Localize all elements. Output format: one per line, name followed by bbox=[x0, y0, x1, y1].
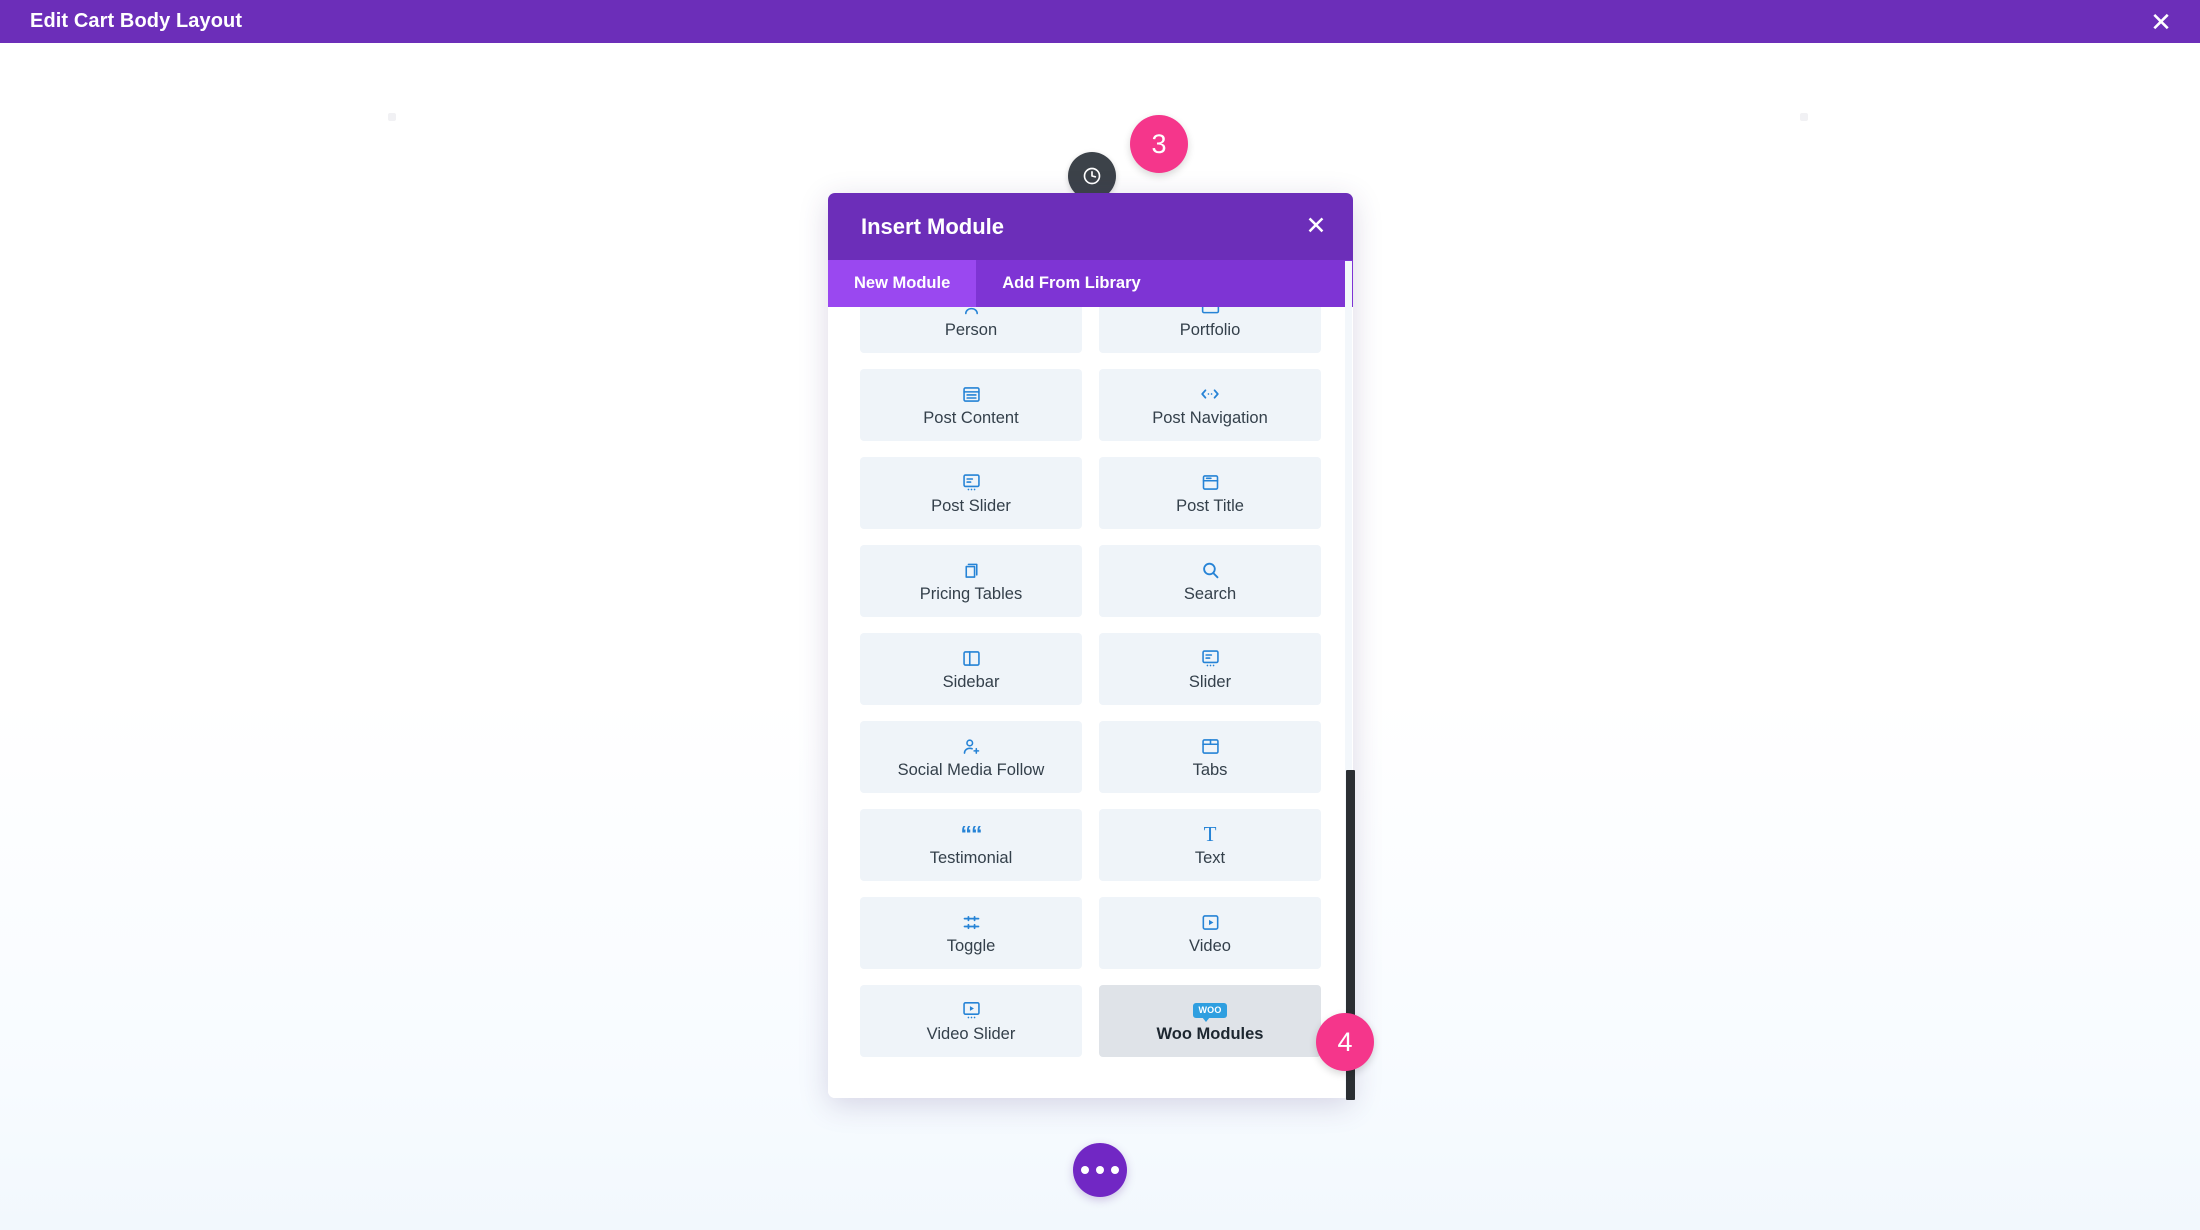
dot-2-icon bbox=[1096, 1166, 1104, 1174]
module-tile-label: Post Navigation bbox=[1152, 409, 1268, 428]
canvas-marker-right bbox=[1800, 113, 1808, 121]
sidebar-icon bbox=[961, 647, 982, 669]
tab-add-from-library[interactable]: Add From Library bbox=[976, 260, 1167, 307]
module-tile-label: Portfolio bbox=[1179, 321, 1241, 340]
woo-icon: WOO bbox=[1193, 999, 1227, 1022]
module-tile-tabs[interactable]: Tabs bbox=[1099, 721, 1321, 793]
module-tile-label: Testimonial bbox=[929, 849, 1013, 868]
testimonial-icon: ““ bbox=[960, 821, 983, 848]
module-tile-label: Tabs bbox=[1192, 761, 1228, 780]
dot-3-icon bbox=[1111, 1166, 1119, 1174]
modal-header: Insert Module ✕ bbox=[828, 193, 1353, 260]
module-tile-social-media-follow[interactable]: Social Media Follow bbox=[860, 721, 1082, 793]
post-slider-icon bbox=[961, 471, 982, 493]
more-options-button[interactable] bbox=[1073, 1143, 1127, 1197]
video-slider-icon bbox=[961, 999, 982, 1021]
tab-new-module[interactable]: New Module bbox=[828, 260, 977, 307]
modal-close-icon[interactable]: ✕ bbox=[1301, 212, 1331, 242]
module-tile-label: Toggle bbox=[946, 937, 996, 956]
module-tile-label: Post Title bbox=[1176, 497, 1244, 516]
module-tile-label: Search bbox=[1183, 585, 1237, 604]
module-tile-sidebar[interactable]: Sidebar bbox=[860, 633, 1082, 705]
module-tile-portfolio[interactable]: Portfolio bbox=[1099, 307, 1321, 353]
pricing-tables-icon bbox=[961, 559, 982, 581]
module-tile-post-title[interactable]: Post Title bbox=[1099, 457, 1321, 529]
clock-icon bbox=[1083, 167, 1101, 185]
module-tile-label: Person bbox=[944, 321, 998, 340]
portfolio-icon bbox=[1200, 307, 1221, 317]
search-icon bbox=[1200, 559, 1221, 581]
module-grid: Person Portfolio Post Content Post Navigati… bbox=[860, 307, 1321, 1057]
modal-title: Insert Module bbox=[861, 213, 1005, 239]
module-tile-label: Social Media Follow bbox=[897, 761, 1045, 780]
module-list-body: Person Portfolio Post Content Post Navigati… bbox=[828, 307, 1353, 1098]
module-tile-testimonial[interactable]: ““ Testimonial bbox=[860, 809, 1082, 881]
module-tile-label: Woo Modules bbox=[1156, 1025, 1264, 1044]
social-follow-icon bbox=[961, 735, 982, 757]
module-tile-label: Text bbox=[1194, 849, 1226, 868]
module-tile-label: Pricing Tables bbox=[919, 585, 1023, 604]
person-icon bbox=[961, 307, 982, 317]
modal-tabs: New Module Add From Library bbox=[828, 260, 1353, 307]
module-tile-slider[interactable]: Slider bbox=[1099, 633, 1321, 705]
module-tile-search[interactable]: Search bbox=[1099, 545, 1321, 617]
slider-icon bbox=[1200, 647, 1221, 669]
module-tile-label: Video bbox=[1189, 937, 1231, 956]
module-tile-pricing-tables[interactable]: Pricing Tables bbox=[860, 545, 1082, 617]
toggle-icon bbox=[961, 911, 982, 933]
step-badge-4: 4 bbox=[1316, 1013, 1374, 1071]
insert-module-modal: Insert Module ✕ New Module Add From Libr… bbox=[828, 193, 1353, 1098]
module-tile-woo-modules[interactable]: WOO Woo Modules bbox=[1099, 985, 1321, 1057]
module-tile-post-navigation[interactable]: Post Navigation bbox=[1099, 369, 1321, 441]
module-tile-post-content[interactable]: Post Content bbox=[860, 369, 1082, 441]
woo-badge-label: WOO bbox=[1193, 1002, 1227, 1022]
canvas-marker-left bbox=[388, 113, 396, 121]
module-tile-video[interactable]: Video bbox=[1099, 897, 1321, 969]
post-navigation-icon bbox=[1199, 383, 1221, 405]
module-tile-label: Post Content bbox=[923, 409, 1019, 428]
video-icon bbox=[1200, 911, 1221, 933]
text-icon: T bbox=[1203, 821, 1217, 846]
close-icon[interactable]: ✕ bbox=[2144, 5, 2178, 39]
screen: Edit Cart Body Layout ✕ Insert Module ✕ … bbox=[0, 0, 2200, 1230]
module-tile-text[interactable]: T Text bbox=[1099, 809, 1321, 881]
module-tile-toggle[interactable]: Toggle bbox=[860, 897, 1082, 969]
page-title: Edit Cart Body Layout bbox=[30, 10, 243, 32]
module-tile-post-slider[interactable]: Post Slider bbox=[860, 457, 1082, 529]
module-tile-label: Post Slider bbox=[931, 497, 1011, 516]
module-tile-label: Sidebar bbox=[942, 673, 1000, 692]
dot-1-icon bbox=[1081, 1166, 1089, 1174]
module-tile-label: Video Slider bbox=[926, 1025, 1016, 1044]
post-title-icon bbox=[1200, 471, 1221, 493]
step-badge-3: 3 bbox=[1130, 115, 1188, 173]
post-content-icon bbox=[961, 383, 982, 405]
module-tile-person[interactable]: Person bbox=[860, 307, 1082, 353]
module-tile-label: Slider bbox=[1188, 673, 1232, 692]
module-tile-video-slider[interactable]: Video Slider bbox=[860, 985, 1082, 1057]
tabs-icon bbox=[1200, 735, 1221, 757]
top-admin-bar: Edit Cart Body Layout ✕ bbox=[0, 0, 2200, 43]
